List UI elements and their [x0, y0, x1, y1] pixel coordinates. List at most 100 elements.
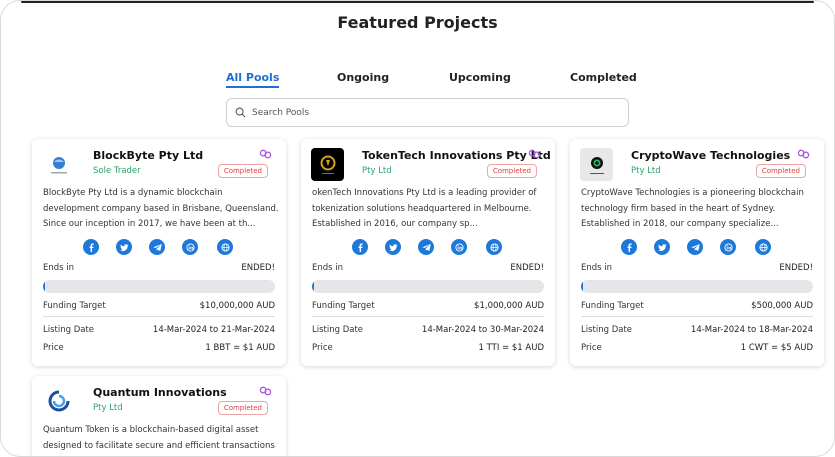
- link-icon[interactable]: [528, 149, 541, 159]
- divider: [581, 316, 813, 317]
- price-row: Price 1 BBT = $1 AUD: [43, 343, 275, 353]
- ends-in-value: ENDED!: [510, 263, 544, 273]
- ends-in-label: Ends in: [312, 263, 344, 273]
- project-card[interactable]: TokenTech Innovations Pty Ltd Pty Ltd Co…: [301, 139, 555, 366]
- funding-target-row: Funding Target $10,000,000 AUD: [43, 301, 275, 311]
- project-name[interactable]: TokenTech Innovations Pty Ltd: [362, 149, 551, 162]
- project-description: CryptoWave Technologies is a pioneering …: [581, 188, 804, 229]
- link-icon[interactable]: [797, 149, 810, 159]
- social-links: [301, 239, 555, 255]
- pool-tabs: All Pools Ongoing Upcoming Completed: [1, 71, 834, 89]
- ends-in-label: Ends in: [581, 263, 613, 273]
- listing-date-label: Listing Date: [312, 325, 364, 335]
- entity-type: Pty Ltd: [362, 166, 392, 176]
- funding-target-value: $10,000,000 AUD: [199, 301, 275, 311]
- project-card[interactable]: CryptoWave Technologies Pty Ltd Complete…: [570, 139, 824, 366]
- progress-fill: [581, 280, 584, 293]
- price-label: Price: [312, 343, 333, 353]
- project-card[interactable]: Quantum Innovations Pty Ltd Completed Qu…: [32, 376, 286, 456]
- telegram-icon[interactable]: [687, 239, 703, 255]
- funding-progress-bar: [312, 280, 544, 293]
- link-icon[interactable]: [259, 386, 272, 396]
- cryptowave-ring-logo: [580, 148, 613, 181]
- tokentech-gold-coin-logo: [311, 148, 344, 181]
- listing-date-label: Listing Date: [581, 325, 633, 335]
- progress-fill: [312, 280, 315, 293]
- tab-ongoing[interactable]: Ongoing: [337, 71, 389, 84]
- funding-target-value: $1,000,000 AUD: [474, 301, 544, 311]
- telegram-icon[interactable]: [149, 239, 165, 255]
- project-description: Quantum Token is a blockchain-based digi…: [43, 425, 275, 451]
- twitter-icon[interactable]: [654, 239, 670, 255]
- social-links: [32, 239, 286, 255]
- project-description: okenTech Innovations Pty Ltd is a leadin…: [312, 188, 537, 229]
- ends-in-row: Ends in ENDED!: [43, 263, 275, 273]
- page-frame: Featured Projects All Pools Ongoing Upco…: [0, 0, 835, 457]
- listing-date-value: 14-Mar-2024 to 18-Mar-2024: [690, 325, 813, 335]
- telegram-icon[interactable]: [418, 239, 434, 255]
- ends-in-row: Ends in ENDED!: [312, 263, 544, 273]
- funding-target-row: Funding Target $1,000,000 AUD: [312, 301, 544, 311]
- divider: [43, 316, 275, 317]
- entity-type: Pty Ltd: [631, 166, 661, 176]
- link-icon[interactable]: [259, 149, 272, 159]
- price-value: 1 BBT = $1 AUD: [205, 343, 275, 353]
- page-title: Featured Projects: [337, 13, 498, 32]
- progress-fill: [43, 280, 46, 293]
- facebook-icon[interactable]: [352, 239, 368, 255]
- status-badge: Completed: [486, 164, 537, 178]
- top-border: [21, 1, 814, 3]
- funding-target-label: Funding Target: [312, 301, 375, 311]
- listing-date-row: Listing Date 14-Mar-2024 to 18-Mar-2024: [581, 325, 813, 335]
- project-name[interactable]: CryptoWave Technologies: [631, 149, 790, 162]
- listing-date-value: 14-Mar-2024 to 21-Mar-2024: [152, 325, 275, 335]
- twitter-icon[interactable]: [116, 239, 132, 255]
- price-row: Price 1 CWT = $5 AUD: [581, 343, 813, 353]
- funding-progress-bar: [581, 280, 813, 293]
- quantum-swirl-logo: [42, 385, 75, 418]
- linkedin-icon[interactable]: [451, 239, 467, 255]
- twitter-icon[interactable]: [385, 239, 401, 255]
- blockbyte-globe-logo: [42, 148, 75, 181]
- tab-completed[interactable]: Completed: [570, 71, 637, 84]
- facebook-icon[interactable]: [621, 239, 637, 255]
- entity-type: Pty Ltd: [93, 403, 123, 413]
- search-icon: [235, 107, 246, 118]
- price-value: 1 CWT = $5 AUD: [740, 343, 813, 353]
- project-name[interactable]: Quantum Innovations: [93, 386, 227, 399]
- funding-target-label: Funding Target: [43, 301, 106, 311]
- project-card[interactable]: BlockByte Pty Ltd Sole Trader Completed …: [32, 139, 286, 366]
- ends-in-value: ENDED!: [779, 263, 813, 273]
- tab-all-pools[interactable]: All Pools: [226, 71, 280, 88]
- status-badge: Completed: [755, 164, 806, 178]
- listing-date-label: Listing Date: [43, 325, 95, 335]
- funding-target-value: $500,000 AUD: [751, 301, 813, 311]
- entity-type: Sole Trader: [93, 166, 141, 176]
- price-label: Price: [43, 343, 64, 353]
- price-label: Price: [581, 343, 602, 353]
- linkedin-icon[interactable]: [182, 239, 198, 255]
- website-icon[interactable]: [755, 239, 771, 255]
- social-links: [570, 239, 824, 255]
- price-row: Price 1 TTI = $1 AUD: [312, 343, 544, 353]
- divider: [312, 316, 544, 317]
- funding-target-row: Funding Target $500,000 AUD: [581, 301, 813, 311]
- ends-in-value: ENDED!: [241, 263, 275, 273]
- status-badge: Completed: [217, 401, 268, 415]
- website-icon[interactable]: [486, 239, 502, 255]
- facebook-icon[interactable]: [83, 239, 99, 255]
- website-icon[interactable]: [217, 239, 233, 255]
- project-description: BlockByte Pty Ltd is a dynamic blockchai…: [43, 188, 279, 229]
- funding-progress-bar: [43, 280, 275, 293]
- status-badge: Completed: [217, 164, 268, 178]
- ends-in-label: Ends in: [43, 263, 75, 273]
- listing-date-row: Listing Date 14-Mar-2024 to 30-Mar-2024: [312, 325, 544, 335]
- tab-upcoming[interactable]: Upcoming: [449, 71, 511, 84]
- linkedin-icon[interactable]: [720, 239, 736, 255]
- project-name[interactable]: BlockByte Pty Ltd: [93, 149, 203, 162]
- listing-date-value: 14-Mar-2024 to 30-Mar-2024: [421, 325, 544, 335]
- listing-date-row: Listing Date 14-Mar-2024 to 21-Mar-2024: [43, 325, 275, 335]
- search-input[interactable]: [252, 107, 612, 118]
- ends-in-row: Ends in ENDED!: [581, 263, 813, 273]
- search-box: [226, 98, 629, 127]
